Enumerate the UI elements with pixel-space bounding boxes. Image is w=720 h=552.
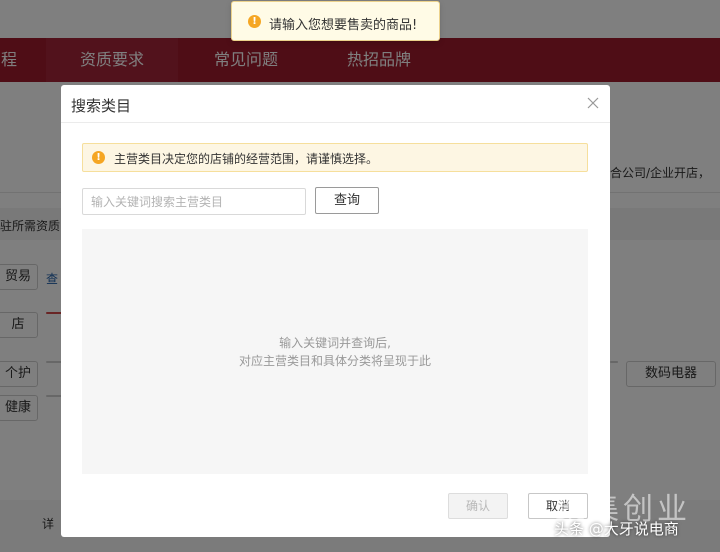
query-button[interactable]: 查询 [315,187,379,214]
empty-state-line-2: 对应主营类目和具体分类将呈现于此 [238,354,431,368]
warning-toast: ! 请输入您想要售卖的商品! [231,1,440,41]
warning-icon: ! [92,151,105,164]
close-icon[interactable] [586,95,600,109]
modal-title: 搜索类目 [71,97,132,115]
scope-notice: ! 主营类目决定您的店铺的经营范围，请谨慎选择。 [82,143,588,172]
watermark-credit: 头条 @大牙说电商 [554,520,679,538]
modal-header: 搜索类目 [61,85,610,123]
scope-notice-text: 主营类目决定您的店铺的经营范围，请谨慎选择。 [114,152,379,166]
confirm-button[interactable]: 确认 [448,493,508,519]
empty-state-line-1: 输入关键词并查询后, [279,336,391,350]
category-search-input[interactable] [82,188,306,215]
search-category-modal: 搜索类目 ! 主营类目决定您的店铺的经营范围，请谨慎选择。 查询 输入关键词并查… [61,85,610,537]
empty-state-hint: 输入关键词并查询后, 对应主营类目和具体分类将呈现于此 [82,334,588,370]
toast-message: 请输入您想要售卖的商品! [269,18,418,33]
warning-icon: ! [248,15,261,28]
search-results-area: 输入关键词并查询后, 对应主营类目和具体分类将呈现于此 [82,229,588,474]
